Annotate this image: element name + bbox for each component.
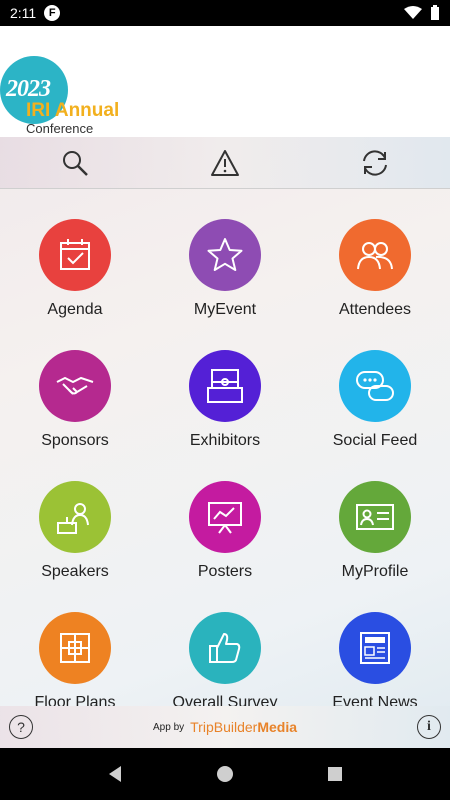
status-time: 2:11 <box>10 5 37 21</box>
tile-sponsors[interactable]: Sponsors <box>0 321 150 452</box>
search-icon <box>63 150 88 176</box>
tile-label: MyEvent <box>193 301 257 318</box>
footer: ? App by TripBuilder Media i <box>0 706 450 748</box>
tile-myprofile[interactable]: MyProfile <box>300 452 450 583</box>
speaker-podium-icon <box>39 481 111 553</box>
tile-label: Sponsors <box>41 432 109 449</box>
home-icon <box>217 766 233 782</box>
tile-label: Attendees <box>338 301 412 318</box>
recents-icon <box>328 767 342 781</box>
refresh-button[interactable] <box>300 137 450 188</box>
presentation-board-icon <box>189 481 261 553</box>
menu-grid: Agenda MyEvent Attendees Sponsors Exhibi… <box>0 190 450 706</box>
tile-label: Posters <box>197 563 253 580</box>
tile-event-news[interactable]: Event News <box>300 583 450 706</box>
wifi-icon <box>404 6 422 19</box>
logo-name: IRI Annual <box>26 100 120 121</box>
tile-label: Overall Survey <box>172 694 278 706</box>
tile-label: Agenda <box>47 301 103 318</box>
refresh-icon <box>363 149 387 176</box>
battery-icon <box>431 5 439 20</box>
app-by-text: App by <box>153 721 185 733</box>
tile-label: Social Feed <box>332 432 418 449</box>
recents-button[interactable] <box>315 754 355 794</box>
tile-attendees[interactable]: Attendees <box>300 190 450 321</box>
back-button[interactable] <box>95 754 135 794</box>
tile-exhibitors[interactable]: Exhibitors <box>150 321 300 452</box>
back-icon <box>109 766 121 782</box>
search-button[interactable] <box>0 137 150 188</box>
tile-label: Speakers <box>41 563 109 580</box>
calendar-check-icon <box>39 219 111 291</box>
tile-label: Event News <box>332 694 418 706</box>
logo-subtitle: Conference <box>26 121 94 136</box>
system-nav-bar <box>0 748 450 800</box>
brand-name-2: Media <box>257 719 297 735</box>
toolbar <box>0 137 450 189</box>
tile-floor-plans[interactable]: Floor Plans <box>0 583 150 706</box>
star-icon <box>189 219 261 291</box>
tile-agenda[interactable]: Agenda <box>0 190 150 321</box>
warning-icon <box>211 149 239 176</box>
tile-label: MyProfile <box>341 563 409 580</box>
tile-posters[interactable]: Posters <box>150 452 300 583</box>
home-button[interactable] <box>205 754 245 794</box>
tile-label: Exhibitors <box>189 432 261 449</box>
people-icon <box>339 219 411 291</box>
app-header: 2023 IRI Annual Conference <box>0 26 450 137</box>
notification-icon: F <box>44 5 61 21</box>
booth-icon <box>189 350 261 422</box>
chat-bubbles-icon <box>339 350 411 422</box>
brand-name-1: TripBuilder <box>190 719 258 735</box>
id-card-icon <box>339 481 411 553</box>
alerts-button[interactable] <box>150 137 300 188</box>
tile-overall-survey[interactable]: Overall Survey <box>150 583 300 706</box>
tile-social-feed[interactable]: Social Feed <box>300 321 450 452</box>
thumbs-up-icon <box>189 612 261 684</box>
tile-myevent[interactable]: MyEvent <box>150 190 300 321</box>
status-icons <box>404 5 440 21</box>
help-icon[interactable]: ? <box>9 715 33 739</box>
tile-speakers[interactable]: Speakers <box>0 452 150 583</box>
tile-label: Floor Plans <box>34 694 116 706</box>
logo-year: 2023 <box>6 76 51 102</box>
floor-plan-icon <box>39 612 111 684</box>
status-bar: 2:11 F <box>0 0 450 26</box>
info-icon[interactable]: i <box>417 715 441 739</box>
handshake-icon <box>39 350 111 422</box>
newspaper-icon <box>339 612 411 684</box>
